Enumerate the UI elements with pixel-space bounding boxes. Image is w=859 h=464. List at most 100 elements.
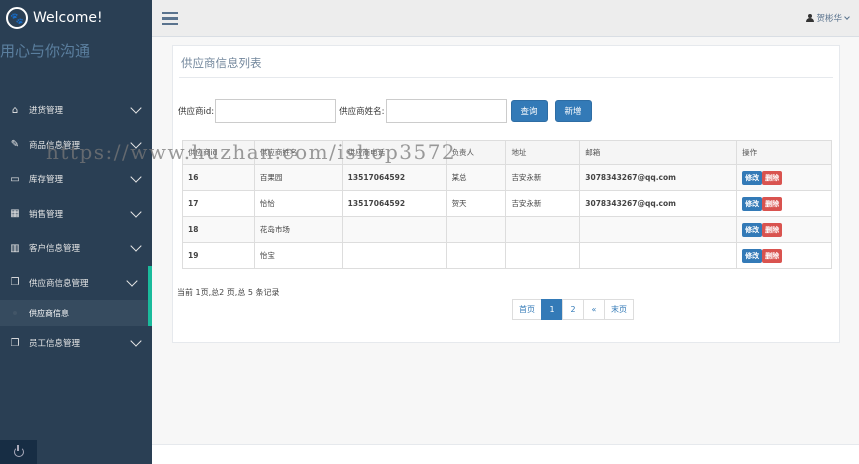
delete-button[interactable]: 删除	[762, 196, 783, 211]
sidebar-item-label: 员工信息管理	[29, 339, 81, 350]
edit-button[interactable]: 修改	[742, 248, 763, 263]
user-menu[interactable]: 贺彬华	[806, 12, 850, 24]
main-content: 供应商信息列表 供应商id: 供应商姓名: 查询 新增 供应商id 供应商姓名 …	[152, 37, 859, 464]
sidebar-item-label: 库存管理	[29, 175, 64, 186]
cell-address	[505, 216, 581, 243]
page-title: 供应商信息列表	[181, 56, 262, 70]
chevron-down-icon	[130, 102, 142, 114]
sidebar-item-label: 商品信息管理	[29, 140, 81, 151]
query-button[interactable]: 查询	[510, 100, 548, 122]
sidebar-item-staff[interactable]: ❐ 员工信息管理	[0, 326, 152, 361]
menu-toggle-icon[interactable]	[162, 12, 178, 25]
delete-button[interactable]: 删除	[762, 222, 783, 237]
cell-phone	[341, 242, 447, 269]
page-link-2[interactable]: 2	[562, 299, 584, 320]
prev-page-link[interactable]: «	[583, 299, 605, 320]
column-header[interactable]: 邮箱	[579, 140, 738, 165]
cell-id: 17	[182, 190, 255, 217]
cell-email: 3078343267@qq.com	[579, 164, 738, 191]
brand[interactable]: 🐾 Welcome!	[0, 0, 152, 36]
cell-actions: 修改 删除	[736, 164, 832, 191]
cell-name: 恰恰	[253, 190, 343, 217]
cell-name: 百果园	[253, 164, 343, 191]
table-row: 18 花岛市场 修改 删除	[182, 216, 832, 243]
cell-address	[505, 242, 581, 269]
cell-owner	[445, 216, 507, 243]
pagination-info: 当前 1页,总2 页,总 5 条记录	[177, 288, 280, 297]
user-icon	[806, 13, 815, 23]
edit-icon: ✎	[10, 139, 20, 151]
cell-phone	[341, 216, 447, 243]
brand-slogan: 用心与你沟通	[0, 42, 91, 60]
cell-name: 怡宝	[253, 242, 343, 269]
table-row: 16 百果园 13517064592 某总 吉安永新 3078343267@qq…	[182, 164, 832, 191]
paw-icon: 🐾	[6, 7, 28, 29]
pagination: 首页 1 2 « 末页	[512, 299, 634, 320]
column-header: 操作	[736, 140, 832, 165]
clone-icon: ❐	[10, 277, 20, 289]
column-header[interactable]: 供应商姓名	[253, 140, 343, 165]
chevron-down-icon	[130, 206, 142, 218]
side-menu: ⌂ 进货管理 ✎ 商品信息管理 ▭ 库存管理 ▦ 销售管理 ▥ 客户信息管理 ❐…	[0, 93, 152, 361]
page-link-1[interactable]: 1	[541, 299, 563, 320]
supplier-panel: 供应商信息列表 供应商id: 供应商姓名: 查询 新增 供应商id 供应商姓名 …	[172, 45, 840, 343]
supplier-id-label: 供应商id:	[178, 107, 215, 117]
supplier-name-input[interactable]	[385, 99, 507, 123]
home-icon: ⌂	[11, 104, 19, 116]
cell-address: 吉安永新	[505, 190, 581, 217]
last-page-link[interactable]: 末页	[604, 299, 634, 320]
chevron-down-icon	[126, 275, 138, 287]
footer	[152, 444, 859, 464]
power-icon	[13, 445, 24, 457]
supplier-id-input[interactable]	[215, 99, 337, 123]
first-page-link[interactable]: 首页	[512, 299, 542, 320]
cell-email	[579, 216, 738, 243]
cell-owner: 某总	[445, 164, 507, 191]
cell-id: 19	[182, 242, 255, 269]
bar-chart-icon: ▥	[10, 242, 20, 254]
sidebar-item-label: 客户信息管理	[29, 244, 81, 255]
search-form: 供应商id: 供应商姓名: 查询 新增	[178, 99, 592, 123]
user-name: 贺彬华	[816, 14, 842, 24]
sidebar-item-label: 进货管理	[29, 106, 64, 117]
top-nav: 贺彬华	[152, 0, 859, 37]
cell-email	[579, 242, 738, 269]
table-row: 19 怡宝 修改 删除	[182, 242, 832, 269]
sidebar-item-suppliers[interactable]: ❐ 供应商信息管理	[0, 265, 152, 300]
table-row: 17 恰恰 13517064592 贺天 吉安永新 3078343267@qq.…	[182, 190, 832, 217]
chevron-down-icon	[844, 13, 850, 20]
table-header-row: 供应商id 供应商姓名 供应商电话 负责人 地址 邮箱 操作	[182, 140, 832, 165]
cell-actions: 修改 删除	[736, 190, 832, 217]
column-header[interactable]: 供应商电话	[341, 140, 447, 165]
edit-button[interactable]: 修改	[742, 170, 763, 185]
sidebar-item-customers[interactable]: ▥ 客户信息管理	[0, 231, 152, 266]
sidebar-item-purchase[interactable]: ⌂ 进货管理	[0, 93, 152, 128]
divider	[179, 77, 833, 78]
column-header[interactable]: 地址	[505, 140, 581, 165]
brand-title: Welcome!	[33, 10, 103, 26]
sidebar-item-goods[interactable]: ✎ 商品信息管理	[0, 128, 152, 163]
submenu-item-supplier-info[interactable]: 供应商信息	[0, 300, 152, 326]
edit-button[interactable]: 修改	[742, 222, 763, 237]
cell-actions: 修改 删除	[736, 242, 832, 269]
supplier-name-label: 供应商姓名:	[339, 107, 385, 117]
edit-button[interactable]: 修改	[742, 196, 763, 211]
cell-email: 3078343267@qq.com	[579, 190, 738, 217]
clone-icon: ❐	[10, 337, 20, 349]
cell-id: 18	[182, 216, 255, 243]
delete-button[interactable]: 删除	[762, 170, 783, 185]
logout-button[interactable]	[0, 440, 37, 464]
sidebar-item-inventory[interactable]: ▭ 库存管理	[0, 162, 152, 197]
sidebar: 🐾 Welcome! 用心与你沟通 ⌂ 进货管理 ✎ 商品信息管理 ▭ 库存管理…	[0, 0, 152, 464]
add-button[interactable]: 新增	[554, 100, 592, 122]
cell-phone: 13517064592	[341, 164, 447, 191]
sidebar-item-label: 销售管理	[29, 209, 64, 220]
column-header[interactable]: 供应商id	[182, 140, 255, 165]
cell-owner: 贺天	[445, 190, 507, 217]
cell-actions: 修改 删除	[736, 216, 832, 243]
column-header[interactable]: 负责人	[445, 140, 507, 165]
chevron-down-icon	[130, 335, 142, 347]
sidebar-item-sales[interactable]: ▦ 销售管理	[0, 197, 152, 232]
cell-name: 花岛市场	[253, 216, 343, 243]
delete-button[interactable]: 删除	[762, 248, 783, 263]
